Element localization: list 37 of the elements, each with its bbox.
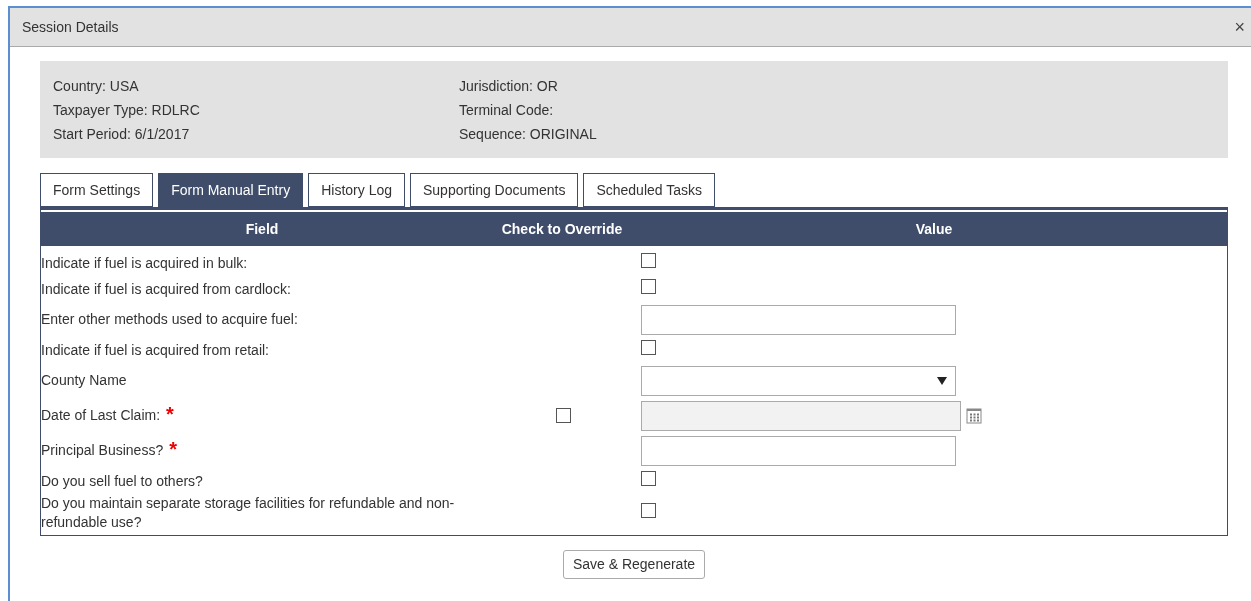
input-field[interactable]: [641, 304, 956, 335]
checkbox[interactable]: [641, 339, 656, 355]
field-label: Indicate if fuel is acquired from cardlock:: [41, 279, 291, 299]
field-label: Indicate if fuel is acquired from retail:: [41, 340, 269, 360]
column-header: Check to Override: [500, 219, 624, 239]
checkbox[interactable]: [641, 502, 656, 518]
dropdown-arrow-icon: [937, 376, 947, 385]
info-text: Start Period: 6/1/2017: [53, 125, 191, 144]
window-title: Session Details: [22, 17, 119, 37]
info-text: Jurisdiction: OR: [459, 77, 559, 96]
field-label: Do you sell fuel to others?: [41, 471, 203, 491]
calendar-icon[interactable]: [966, 407, 982, 424]
checkbox[interactable]: [641, 252, 656, 268]
field-label: Enter other methods used to acquire fuel:: [41, 310, 298, 329]
field-label: Principal Business?: [41, 441, 164, 460]
column-header: Value: [914, 219, 954, 239]
close-button[interactable]: ×: [1234, 18, 1245, 36]
field-label: Indicate if fuel is acquired in bulk:: [41, 253, 248, 273]
info-text: Taxpayer Type: RDLRC: [53, 101, 201, 120]
info-text: Terminal Code:: [459, 101, 555, 120]
required-asterisk: *: [169, 438, 177, 459]
field-label: County Name: [41, 371, 127, 390]
field-label: Do you maintain separate storage facilities for refundable and non-refundable use?: [41, 494, 456, 532]
info-text: Country: USA: [53, 77, 140, 96]
save-regenerate-button[interactable]: Save & Regenerate: [562, 550, 706, 579]
tab[interactable]: Scheduled Tasks: [583, 173, 715, 207]
field-label: Date of Last Claim:: [41, 406, 161, 425]
required-asterisk: *: [166, 403, 174, 424]
tab[interactable]: Supporting Documents: [410, 173, 579, 207]
checkbox[interactable]: [641, 278, 656, 294]
tab[interactable]: History Log: [308, 173, 405, 207]
input-field[interactable]: [641, 435, 956, 466]
info-text: Sequence: ORIGINAL: [459, 125, 597, 144]
checkbox[interactable]: [641, 470, 656, 486]
tab[interactable]: Form Settings: [40, 173, 154, 207]
tab[interactable]: Form Manual Entry: [158, 173, 304, 207]
column-header: Field: [244, 219, 280, 239]
